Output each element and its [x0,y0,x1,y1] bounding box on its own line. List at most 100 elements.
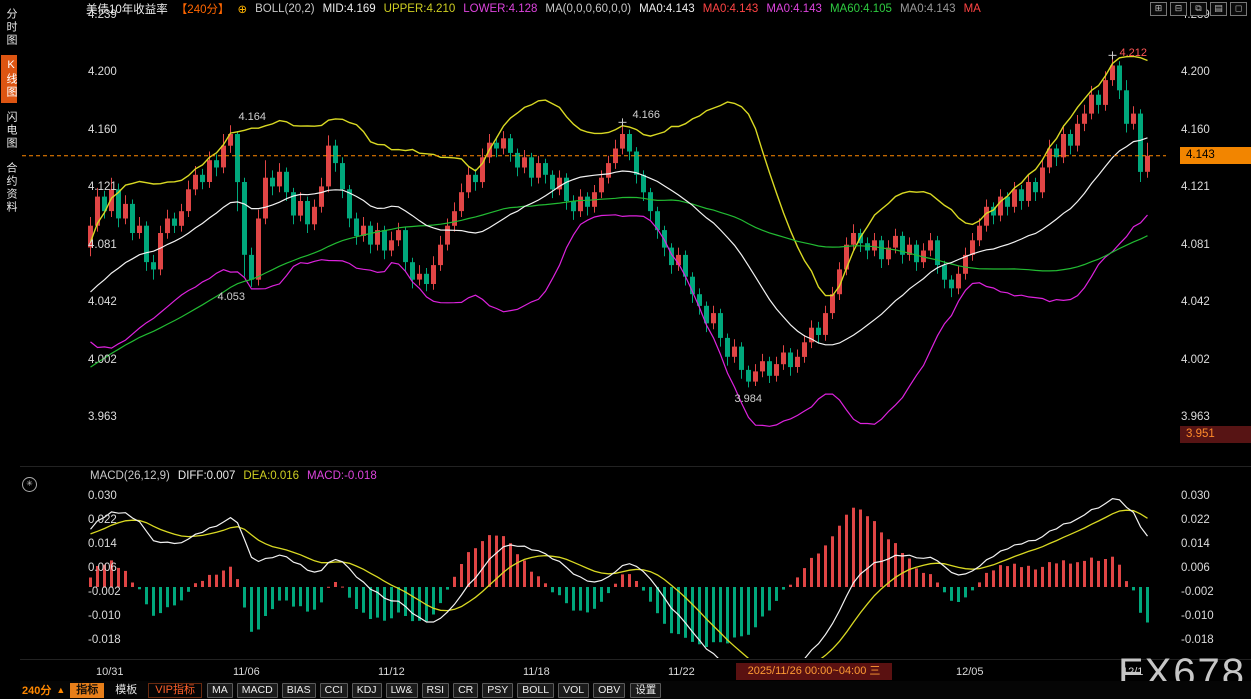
single-window-icon[interactable]: ◻ [1230,2,1247,16]
price-axis-label: 3.963 [88,411,117,423]
price-annotation: 3.984 [735,393,763,405]
price-axis-label: 4.081 [1181,239,1210,251]
selected-candle-datetime: 2025/11/26 00:00~04:00 三 [736,663,892,680]
tab-vip-indicators[interactable]: VIP指标 [148,683,202,698]
boll-upper-value: UPPER:4.210 [384,3,456,15]
period-selector[interactable]: 240分 [22,682,51,698]
macd-axis-label: 0.014 [88,538,117,550]
macd-axis-label: 0.014 [1181,538,1210,550]
price-axis-label: 4.160 [88,124,117,136]
overlay-windows-icon[interactable]: ⧉ [1190,2,1207,16]
rows-layout-icon[interactable]: ▤ [1210,2,1227,16]
grid-layout-icon[interactable]: ⊞ [1150,2,1167,16]
macd-axis-label: 0.030 [1181,490,1210,502]
ma0-value-1: MA0:4.143 [639,3,695,15]
ma0-value-3: MA0:4.143 [766,3,822,15]
ma-params: MA(0,0,0,60,0,0) [545,3,631,15]
price-axis-label: 4.200 [1181,66,1210,78]
settings-button[interactable]: 设置 [630,683,661,698]
date-axis-label: 11/06 [233,666,260,678]
macd-hist-value: MACD:-0.018 [307,470,377,482]
indicator-button-psy[interactable]: PSY [482,683,513,698]
indicator-button-vol[interactable]: VOL [558,683,589,698]
period-label: 【240分】 [176,1,230,17]
ma-truncated: MA [964,3,981,15]
chart-type-sidebar: 分时图 K线图 闪电图 合约资料 [0,0,20,699]
sidebar-item-kline-chart[interactable]: K线图 [1,55,17,103]
window-layout-icons: ⊞⊟⧉▤◻ [1150,2,1247,16]
macd-header: MACD(26,12,9) DIFF:0.007 DEA:0.016 MACD:-0.… [90,470,377,482]
tab-indicators[interactable]: 指标 [70,683,104,698]
split-rows-icon[interactable]: ⊟ [1170,2,1187,16]
macd-axis-label: 0.006 [88,562,117,574]
indicator-button-bias[interactable]: BIAS [282,683,316,698]
price-annotation: 4.164 [239,111,267,123]
price-axis-label: 4.002 [1181,354,1210,366]
macd-axis-label: -0.018 [88,634,121,646]
macd-axis-label: -0.018 [1181,634,1214,646]
add-indicator-icon[interactable]: ⊕ [237,2,247,16]
macd-axis-label: 0.006 [1181,562,1210,574]
ma0-value-2: MA0:4.143 [703,3,759,15]
price-tag: 4.143 [1180,147,1251,164]
indicator-header: 美债10年收益率【240分】 ⊕ BOLL(20,2) MID:4.169 UPPER:… [86,1,981,17]
indicator-button-kdj[interactable]: KDJ [352,683,382,698]
macd-dea-line [91,510,1148,672]
macd-params: MACD(26,12,9) [90,470,170,482]
macd-axis-label: -0.010 [1181,610,1214,622]
boll-mid-line [91,138,1148,345]
date-axis-label: 12/05 [956,666,984,678]
macd-axis-label: 0.022 [1181,514,1210,526]
indicator-button-ma[interactable]: MA [207,683,233,698]
price-axis-label: 4.200 [88,66,117,78]
price-annotation: 4.212 [1120,47,1148,59]
indicator-button-cci[interactable]: CCI [320,683,348,698]
date-axis-label: 11/22 [668,666,695,678]
tab-templates[interactable]: 模板 [109,683,143,698]
macd-axis-label: 0.030 [88,490,117,502]
macd-diff-line [91,499,1148,684]
price-axis-label: 4.042 [88,296,117,308]
price-axis-label: 4.081 [88,239,117,251]
ma0-value-4: MA0:4.143 [900,3,956,15]
price-axis-label: 4.121 [88,181,117,193]
sidebar-item-contract-info[interactable]: 合约资料 [1,158,17,218]
chart-canvas[interactable] [0,0,1251,699]
date-axis-label: 11/12 [378,666,405,678]
indicator-button-cr[interactable]: CR [453,683,478,698]
indicator-button-rsi[interactable]: RSI [422,683,450,698]
indicator-button-boll[interactable]: BOLL [517,683,554,698]
price-annotation: 4.166 [633,109,661,121]
indicator-button-macd[interactable]: MACD [237,683,278,698]
boll-lower-value: LOWER:4.128 [463,3,537,15]
boll-mid-value: MID:4.169 [323,3,376,15]
boll-lower-line [91,215,1148,426]
circle-marker-icon[interactable]: ✳ [22,477,37,492]
candlestick-series [88,55,1150,387]
indicator-button-lw[interactable]: LW& [386,683,418,698]
sidebar-item-time-chart[interactable]: 分时图 [1,4,17,51]
price-axis-label: 3.963 [1181,411,1210,423]
sidebar-item-flash-chart[interactable]: 闪电图 [1,107,17,154]
trading-app-window: 分时图 K线图 闪电图 合约资料 美债10年收益率【240分】 ⊕ BOLL(20,… [0,0,1251,699]
macd-diff-value: DIFF:0.007 [178,470,236,482]
macd-axis-label: -0.002 [88,586,121,598]
macd-axis-label: 0.022 [88,514,117,526]
boll-params: BOLL(20,2) [255,3,314,15]
date-axis-label: 11/18 [523,666,550,678]
ma60-value: MA60:4.105 [830,3,892,15]
bottom-toolbar: 240分 ▲ 指标 模板 VIP指标 MA MACD BIAS CCI KDJ LW&RS… [0,681,1251,699]
macd-dea-value: DEA:0.016 [243,470,299,482]
price-axis-label: 4.002 [88,354,117,366]
macd-axis-label: -0.010 [88,610,121,622]
indicator-button-obv[interactable]: OBV [593,683,625,698]
indicator-button-group: MA MACD BIAS CCI KDJ LW&RSICR PSY BOLL VOL OBV [207,683,625,698]
price-axis-label: 4.121 [1181,181,1210,193]
price-annotation: 4.053 [218,291,246,303]
macd-axis-label: -0.002 [1181,586,1214,598]
price-tag: 3.951 [1180,426,1251,443]
date-axis-label: 10/31 [96,666,124,678]
symbol-title: 美债10年收益率 [86,1,168,17]
price-axis-label: 4.042 [1181,296,1210,308]
period-arrow-icon[interactable]: ▲ [56,685,65,695]
